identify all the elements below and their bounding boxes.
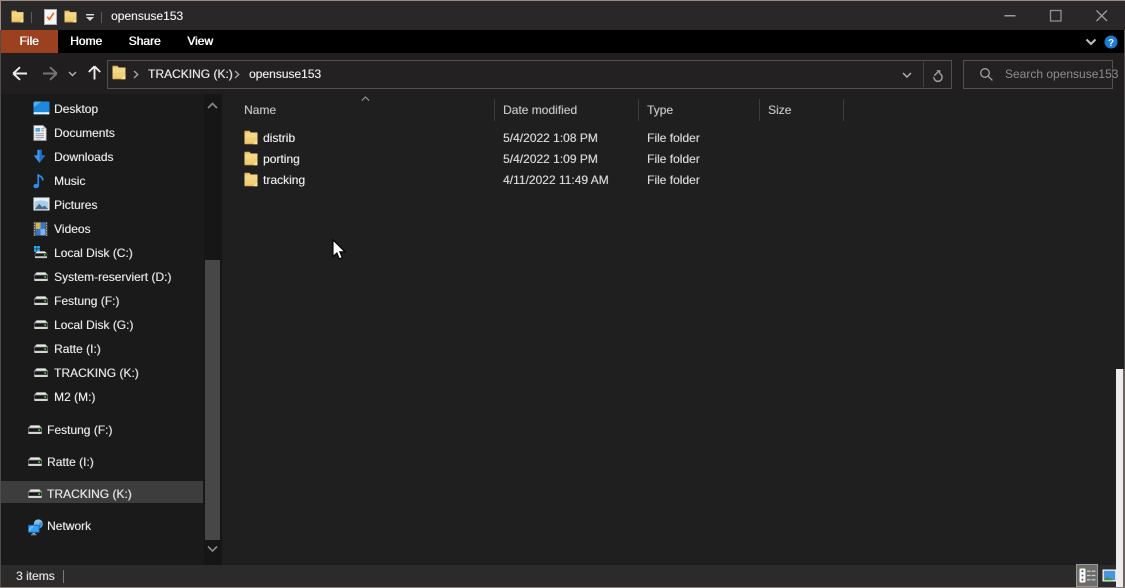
svg-text:?: ?	[1108, 38, 1114, 49]
